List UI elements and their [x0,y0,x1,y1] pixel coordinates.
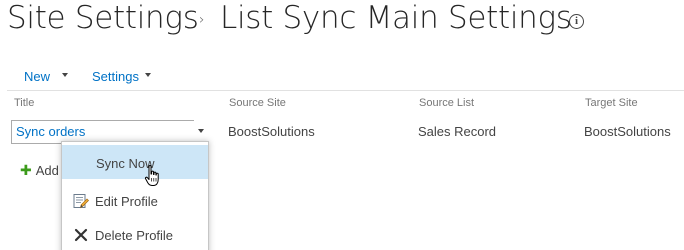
menu-item-edit-profile-label: Edit Profile [95,194,158,209]
column-header-source-site[interactable]: Source Site [229,97,286,109]
column-header-title[interactable]: Title [14,97,34,109]
menu-item-delete-profile[interactable]: Delete Profile [62,218,208,250]
menu-item-sync-now[interactable]: Sync Now [62,145,208,179]
hand-cursor-icon [144,165,159,186]
column-header-source-list[interactable]: Source List [419,97,474,109]
new-dropdown-caret-icon[interactable] [62,73,68,77]
settings-menu-button[interactable]: Settings [92,69,139,84]
new-menu-button[interactable]: New [24,69,50,84]
add-plus-icon: ✚ [20,162,32,178]
row-source-site: BoostSolutions [228,124,315,139]
row-source-list: Sales Record [418,124,497,139]
settings-dropdown-caret-icon[interactable] [145,73,151,77]
edit-profile-icon [73,194,89,209]
delete-x-icon [74,228,88,242]
menu-item-delete-profile-label: Delete Profile [95,228,174,243]
row-title-link[interactable]: Sync orders [16,124,85,139]
row-context-menu: Sync Now Edit Profile Delete Profile [61,141,209,250]
header-divider [7,90,684,91]
menu-item-edit-profile[interactable]: Edit Profile [62,184,208,218]
row-target-site: BoostSolutions [584,124,671,139]
info-icon[interactable]: i [569,14,584,29]
column-header-target-site[interactable]: Target Site [585,97,638,109]
row-menu-caret-icon[interactable] [198,129,204,133]
breadcrumb-site-settings[interactable]: Site Settings [7,0,199,36]
page-title: List Sync Main Settings [220,0,572,36]
breadcrumb-separator-icon: › [199,12,205,28]
